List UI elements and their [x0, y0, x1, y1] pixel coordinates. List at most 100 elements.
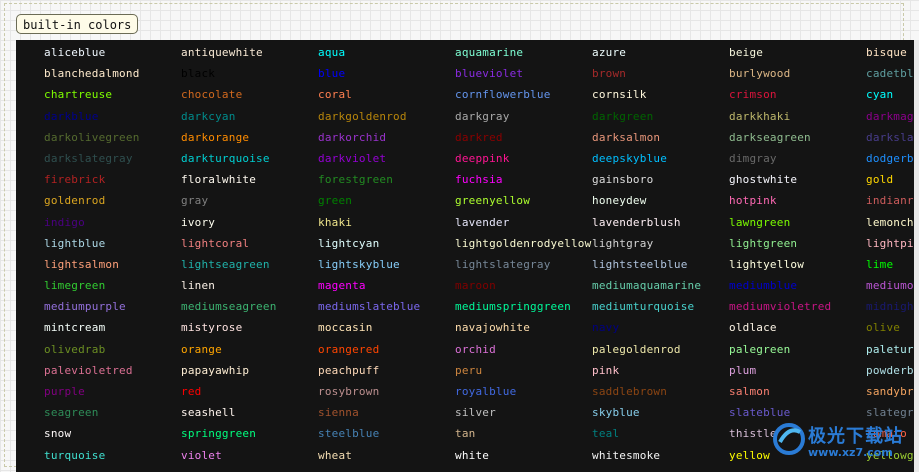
color-item-lightsteelblue[interactable]: lightsteelblue — [592, 254, 729, 275]
color-item-lightpink[interactable]: lightpink — [866, 233, 919, 254]
color-item-violet[interactable]: violet — [181, 445, 318, 466]
color-item-coral[interactable]: coral — [318, 84, 455, 105]
color-item-ghostwhite[interactable]: ghostwhite — [729, 169, 866, 190]
color-item-lightseagreen[interactable]: lightseagreen — [181, 254, 318, 275]
color-item-lemonchiffon[interactable]: lemonchiffon — [866, 212, 919, 233]
color-item-teal[interactable]: teal — [592, 423, 729, 444]
color-item-olivedrab[interactable]: olivedrab — [44, 339, 181, 360]
color-item-mediumslateblue[interactable]: mediumslateblue — [318, 296, 455, 317]
color-item-slategray[interactable]: slategray — [866, 402, 919, 423]
color-item-steelblue[interactable]: steelblue — [318, 423, 455, 444]
color-item-orange[interactable]: orange — [181, 339, 318, 360]
color-item-seagreen[interactable]: seagreen — [44, 402, 181, 423]
color-item-darkred[interactable]: darkred — [455, 127, 592, 148]
color-item-darkgoldenrod[interactable]: darkgoldenrod — [318, 106, 455, 127]
color-item-deepskyblue[interactable]: deepskyblue — [592, 148, 729, 169]
color-item-hotpink[interactable]: hotpink — [729, 190, 866, 211]
color-item-saddlebrown[interactable]: saddlebrown — [592, 381, 729, 402]
color-item-papayawhip[interactable]: papayawhip — [181, 360, 318, 381]
color-item-darkkhaki[interactable]: darkkhaki — [729, 106, 866, 127]
color-item-moccasin[interactable]: moccasin — [318, 317, 455, 338]
color-item-peru[interactable]: peru — [455, 360, 592, 381]
color-item-chocolate[interactable]: chocolate — [181, 84, 318, 105]
color-item-royalblue[interactable]: royalblue — [455, 381, 592, 402]
color-item-aqua[interactable]: aqua — [318, 42, 455, 63]
color-item-azure[interactable]: azure — [592, 42, 729, 63]
color-item-mediumorchid[interactable]: mediumorchid — [866, 275, 919, 296]
color-item-cornsilk[interactable]: cornsilk — [592, 84, 729, 105]
color-item-darkviolet[interactable]: darkviolet — [318, 148, 455, 169]
color-item-dodgerblue[interactable]: dodgerblue — [866, 148, 919, 169]
color-item-olive[interactable]: olive — [866, 317, 919, 338]
color-item-blanchedalmond[interactable]: blanchedalmond — [44, 63, 181, 84]
color-item-lavenderblush[interactable]: lavenderblush — [592, 212, 729, 233]
color-item-darkgreen[interactable]: darkgreen — [592, 106, 729, 127]
color-item-limegreen[interactable]: limegreen — [44, 275, 181, 296]
color-item-blueviolet[interactable]: blueviolet — [455, 63, 592, 84]
color-item-mediumspringgreen[interactable]: mediumspringgreen — [455, 296, 592, 317]
color-item-fuchsia[interactable]: fuchsia — [455, 169, 592, 190]
color-item-chartreuse[interactable]: chartreuse — [44, 84, 181, 105]
color-item-antiquewhite[interactable]: antiquewhite — [181, 42, 318, 63]
color-item-darkslateblue[interactable]: darkslateblue — [866, 127, 919, 148]
color-item-mediumpurple[interactable]: mediumpurple — [44, 296, 181, 317]
color-item-darkblue[interactable]: darkblue — [44, 106, 181, 127]
color-item-black[interactable]: black — [181, 63, 318, 84]
color-item-gold[interactable]: gold — [866, 169, 919, 190]
color-item-darkorange[interactable]: darkorange — [181, 127, 318, 148]
color-item-lightgray[interactable]: lightgray — [592, 233, 729, 254]
color-item-firebrick[interactable]: firebrick — [44, 169, 181, 190]
color-item-floralwhite[interactable]: floralwhite — [181, 169, 318, 190]
color-item-lime[interactable]: lime — [866, 254, 919, 275]
color-item-cyan[interactable]: cyan — [866, 84, 919, 105]
color-item-palevioletred[interactable]: palevioletred — [44, 360, 181, 381]
color-item-palegreen[interactable]: palegreen — [729, 339, 866, 360]
color-item-linen[interactable]: linen — [181, 275, 318, 296]
color-item-mediumaquamarine[interactable]: mediumaquamarine — [592, 275, 729, 296]
color-item-darkgray[interactable]: darkgray — [455, 106, 592, 127]
color-item-snow[interactable]: snow — [44, 423, 181, 444]
color-item-lavender[interactable]: lavender — [455, 212, 592, 233]
color-item-sandybrown[interactable]: sandybrown — [866, 381, 919, 402]
color-item-mediumseagreen[interactable]: mediumseagreen — [181, 296, 318, 317]
color-item-mediumvioletred[interactable]: mediumvioletred — [729, 296, 866, 317]
color-item-navajowhite[interactable]: navajowhite — [455, 317, 592, 338]
color-item-crimson[interactable]: crimson — [729, 84, 866, 105]
color-item-slateblue[interactable]: slateblue — [729, 402, 866, 423]
color-item-mintcream[interactable]: mintcream — [44, 317, 181, 338]
color-item-springgreen[interactable]: springgreen — [181, 423, 318, 444]
color-item-brown[interactable]: brown — [592, 63, 729, 84]
color-item-sienna[interactable]: sienna — [318, 402, 455, 423]
color-item-deeppink[interactable]: deeppink — [455, 148, 592, 169]
color-item-darkturquoise[interactable]: darkturquoise — [181, 148, 318, 169]
color-item-aquamarine[interactable]: aquamarine — [455, 42, 592, 63]
color-item-lightslategray[interactable]: lightslategray — [455, 254, 592, 275]
color-item-magenta[interactable]: magenta — [318, 275, 455, 296]
color-item-pink[interactable]: pink — [592, 360, 729, 381]
color-item-ivory[interactable]: ivory — [181, 212, 318, 233]
color-item-mediumblue[interactable]: mediumblue — [729, 275, 866, 296]
color-item-burlywood[interactable]: burlywood — [729, 63, 866, 84]
color-item-lightblue[interactable]: lightblue — [44, 233, 181, 254]
color-item-salmon[interactable]: salmon — [729, 381, 866, 402]
color-item-blue[interactable]: blue — [318, 63, 455, 84]
color-item-paleturquoise[interactable]: paleturquoise — [866, 339, 919, 360]
color-item-indianred[interactable]: indianred — [866, 190, 919, 211]
color-item-cornflowerblue[interactable]: cornflowerblue — [455, 84, 592, 105]
color-item-lawngreen[interactable]: lawngreen — [729, 212, 866, 233]
color-item-tan[interactable]: tan — [455, 423, 592, 444]
color-item-indigo[interactable]: indigo — [44, 212, 181, 233]
color-item-bisque[interactable]: bisque — [866, 42, 919, 63]
color-item-rosybrown[interactable]: rosybrown — [318, 381, 455, 402]
color-item-mediumturquoise[interactable]: mediumturquoise — [592, 296, 729, 317]
color-item-lightskyblue[interactable]: lightskyblue — [318, 254, 455, 275]
color-item-darkseagreen[interactable]: darkseagreen — [729, 127, 866, 148]
color-item-gray[interactable]: gray — [181, 190, 318, 211]
color-item-seashell[interactable]: seashell — [181, 402, 318, 423]
color-item-midnightblue[interactable]: midnightblue — [866, 296, 919, 317]
color-item-wheat[interactable]: wheat — [318, 445, 455, 466]
color-item-khaki[interactable]: khaki — [318, 212, 455, 233]
color-item-forestgreen[interactable]: forestgreen — [318, 169, 455, 190]
color-item-maroon[interactable]: maroon — [455, 275, 592, 296]
color-item-palegoldenrod[interactable]: palegoldenrod — [592, 339, 729, 360]
